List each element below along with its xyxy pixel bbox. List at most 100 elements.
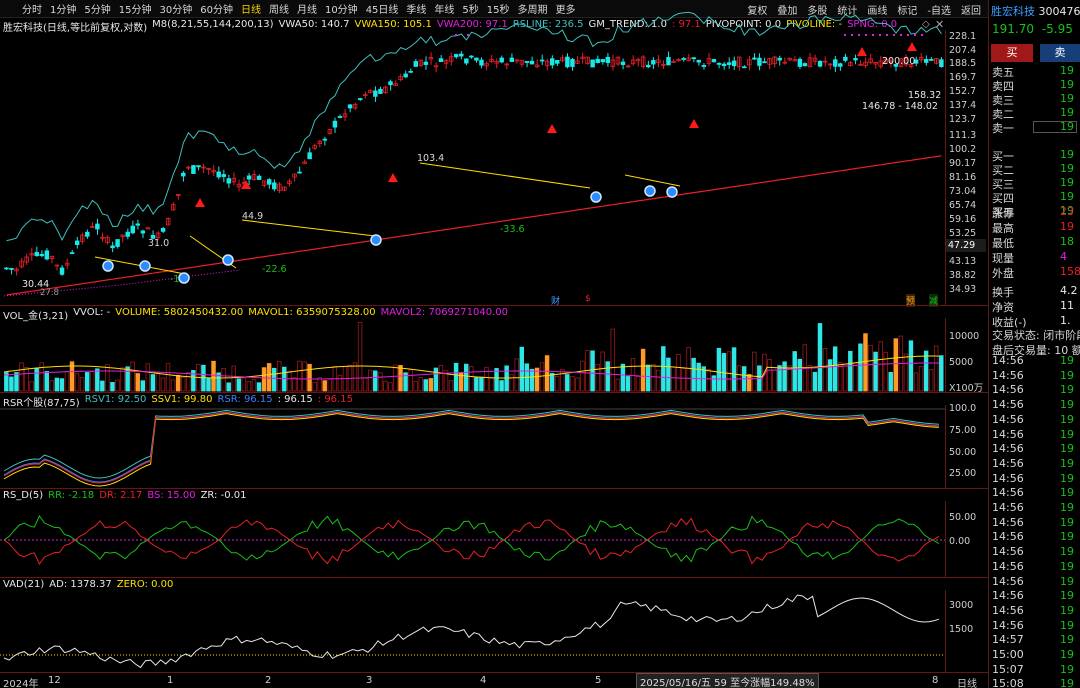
quote-row: 14:56 19 bbox=[992, 501, 1080, 514]
price-tick: 38.82 bbox=[949, 270, 977, 281]
candle-body bbox=[646, 64, 651, 68]
volume-bar bbox=[570, 376, 575, 392]
volume-bar bbox=[453, 362, 459, 392]
volume-bar bbox=[322, 380, 327, 392]
sell-signal-icon bbox=[689, 119, 699, 128]
volume-bar bbox=[610, 328, 616, 392]
candle-body bbox=[388, 81, 393, 86]
ma-long-line bbox=[6, 155, 942, 296]
volume-bar bbox=[277, 361, 282, 392]
quote-row: 15:07 19 bbox=[992, 663, 1080, 676]
volume-bar bbox=[378, 372, 383, 392]
rsd-tick: 0.00 bbox=[949, 536, 971, 547]
candle-body bbox=[595, 58, 600, 64]
quote-label: 14:56 bbox=[992, 603, 1024, 617]
quote-value: 19 bbox=[1060, 633, 1074, 647]
quote-row: 14:56 19 bbox=[992, 560, 1080, 573]
sell-button[interactable]: 卖 bbox=[1040, 44, 1080, 62]
volume-bar bbox=[923, 350, 929, 392]
volume-bar bbox=[423, 379, 429, 392]
buy-signal-icon bbox=[370, 234, 382, 246]
rsr-tick: 100.0 bbox=[949, 403, 977, 414]
annotation-low-1: -22.6 bbox=[262, 264, 287, 275]
range-tooltip: 2025/05/16/五 59 至今涨幅149.48% bbox=[636, 673, 819, 688]
price-chart[interactable] bbox=[0, 0, 988, 672]
price-tick: 169.7 bbox=[949, 72, 977, 83]
candle-body bbox=[590, 59, 595, 68]
quote-value: 19 bbox=[1060, 383, 1074, 397]
buy-signal-icon bbox=[590, 191, 602, 203]
separator bbox=[0, 392, 988, 393]
volume-bar bbox=[211, 360, 216, 392]
volume-bar bbox=[302, 361, 307, 392]
volume-bar bbox=[615, 378, 621, 392]
candle-body bbox=[939, 59, 944, 68]
volume-bar bbox=[792, 351, 797, 392]
x-label: 3 bbox=[366, 675, 373, 686]
quote-row: 14:56 19 bbox=[992, 575, 1080, 588]
signal-dot bbox=[893, 34, 895, 36]
quote-label: 14:56 bbox=[992, 589, 1024, 603]
stock-code: 300476 bbox=[1038, 5, 1080, 18]
volume-bar bbox=[14, 372, 19, 392]
price-tick: 73.04 bbox=[949, 186, 977, 197]
volume-bar bbox=[24, 366, 29, 392]
quote-label: 14:56 bbox=[992, 456, 1024, 470]
volume-bar bbox=[812, 371, 818, 392]
signal-dot bbox=[844, 34, 846, 36]
period-label[interactable]: 日线 bbox=[957, 675, 977, 688]
volume-bar bbox=[388, 382, 393, 392]
volume-bar bbox=[797, 358, 802, 392]
volume-bar bbox=[180, 376, 186, 392]
volume-bar bbox=[327, 378, 332, 392]
price-tick: 111.3 bbox=[949, 130, 977, 141]
candle-body bbox=[681, 58, 686, 60]
volume-bar bbox=[433, 367, 439, 392]
volume-bar bbox=[893, 338, 899, 392]
quote-row: 净资 11 bbox=[992, 299, 1080, 315]
quote-value: 19 bbox=[1060, 220, 1074, 233]
volume-bar bbox=[241, 377, 247, 392]
separator bbox=[0, 305, 988, 306]
candle-body bbox=[95, 223, 100, 230]
dollar-marker[interactable]: $ bbox=[585, 294, 591, 304]
quote-label: 换手 bbox=[992, 286, 1014, 299]
candle-body bbox=[216, 171, 221, 178]
volume-bar bbox=[64, 371, 70, 392]
quote-value: 1. bbox=[1060, 314, 1071, 327]
volume-bar bbox=[145, 363, 151, 392]
quote-value: 19 bbox=[1060, 559, 1074, 573]
quote-label: 卖一 bbox=[992, 122, 1014, 135]
candle-body bbox=[721, 63, 727, 67]
ask-bid-divider-box bbox=[1033, 121, 1077, 133]
volume-bar bbox=[656, 369, 661, 392]
annotation-low-3: -1 bbox=[170, 274, 180, 285]
candle-body bbox=[453, 54, 459, 58]
quote-label: 14:56 bbox=[992, 501, 1024, 514]
quote-row: 14:56 19 bbox=[992, 457, 1080, 470]
volume-bar bbox=[175, 374, 181, 392]
candle-body bbox=[499, 57, 504, 63]
rsr-tick: 75.00 bbox=[949, 425, 977, 436]
signal-dot bbox=[851, 34, 853, 36]
candle-body bbox=[474, 57, 479, 61]
quote-label: 15:00 bbox=[992, 648, 1024, 661]
quote-value: 19 bbox=[1060, 456, 1074, 470]
quote-value: 19 bbox=[1060, 398, 1074, 412]
volume-bar bbox=[413, 381, 418, 392]
stock-header: 胜宏科技 300476 bbox=[991, 3, 1080, 19]
volume-bar bbox=[155, 372, 161, 392]
volume-bar bbox=[317, 377, 322, 392]
candle-body bbox=[181, 172, 186, 177]
buy-button[interactable]: 买 bbox=[991, 44, 1033, 62]
volume-bar bbox=[256, 382, 262, 392]
volume-bar bbox=[827, 359, 833, 392]
candle-body bbox=[651, 60, 656, 65]
quote-label: 14:56 bbox=[992, 515, 1024, 529]
price-tick: 123.7 bbox=[949, 114, 977, 125]
signal-dot bbox=[467, 34, 469, 36]
signal-dot bbox=[455, 34, 457, 36]
quote-value: 19 bbox=[1060, 574, 1074, 588]
zr-value: ZR: -0.01 bbox=[200, 490, 247, 501]
rsr-line bbox=[3, 409, 939, 479]
